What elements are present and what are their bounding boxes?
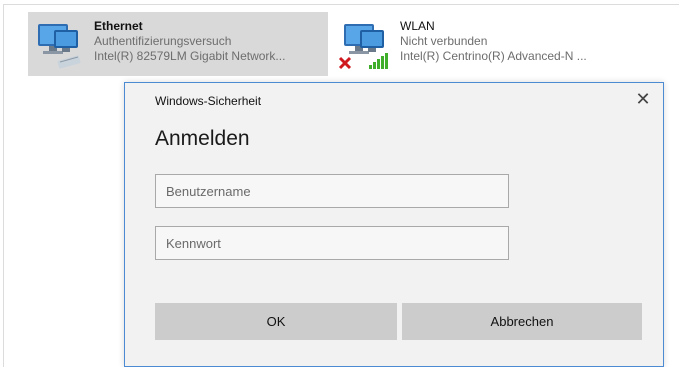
adapter-status: Nicht verbunden	[400, 34, 488, 48]
ok-button[interactable]: OK	[155, 303, 397, 340]
adapter-device: Intel(R) Centrino(R) Advanced-N ...	[400, 49, 587, 63]
cancel-button[interactable]: Abbrechen	[402, 303, 642, 340]
dialog-title: Windows-Sicherheit	[155, 94, 262, 108]
close-button[interactable]: ✕	[633, 89, 653, 109]
dialog-heading: Anmelden	[155, 127, 250, 150]
windows-security-dialog: Windows-Sicherheit ✕ Anmelden OK Abbrech…	[124, 82, 664, 367]
adapter-device: Intel(R) 82579LM Gigabit Network...	[94, 49, 286, 63]
adapter-ethernet[interactable]: Ethernet Authentifizierungsversuch Intel…	[28, 12, 328, 76]
adapter-name: Ethernet	[94, 19, 143, 33]
close-icon: ✕	[635, 89, 651, 109]
password-field[interactable]	[155, 226, 509, 260]
network-computer-icon	[34, 18, 88, 72]
username-field[interactable]	[155, 174, 509, 208]
adapter-status: Authentifizierungsversuch	[94, 34, 232, 48]
adapter-name: WLAN	[400, 19, 435, 33]
disconnected-x-icon	[338, 56, 352, 75]
signal-bars-icon	[368, 52, 390, 75]
adapter-wlan[interactable]: WLAN Nicht verbunden Intel(R) Centrino(R…	[334, 12, 634, 76]
